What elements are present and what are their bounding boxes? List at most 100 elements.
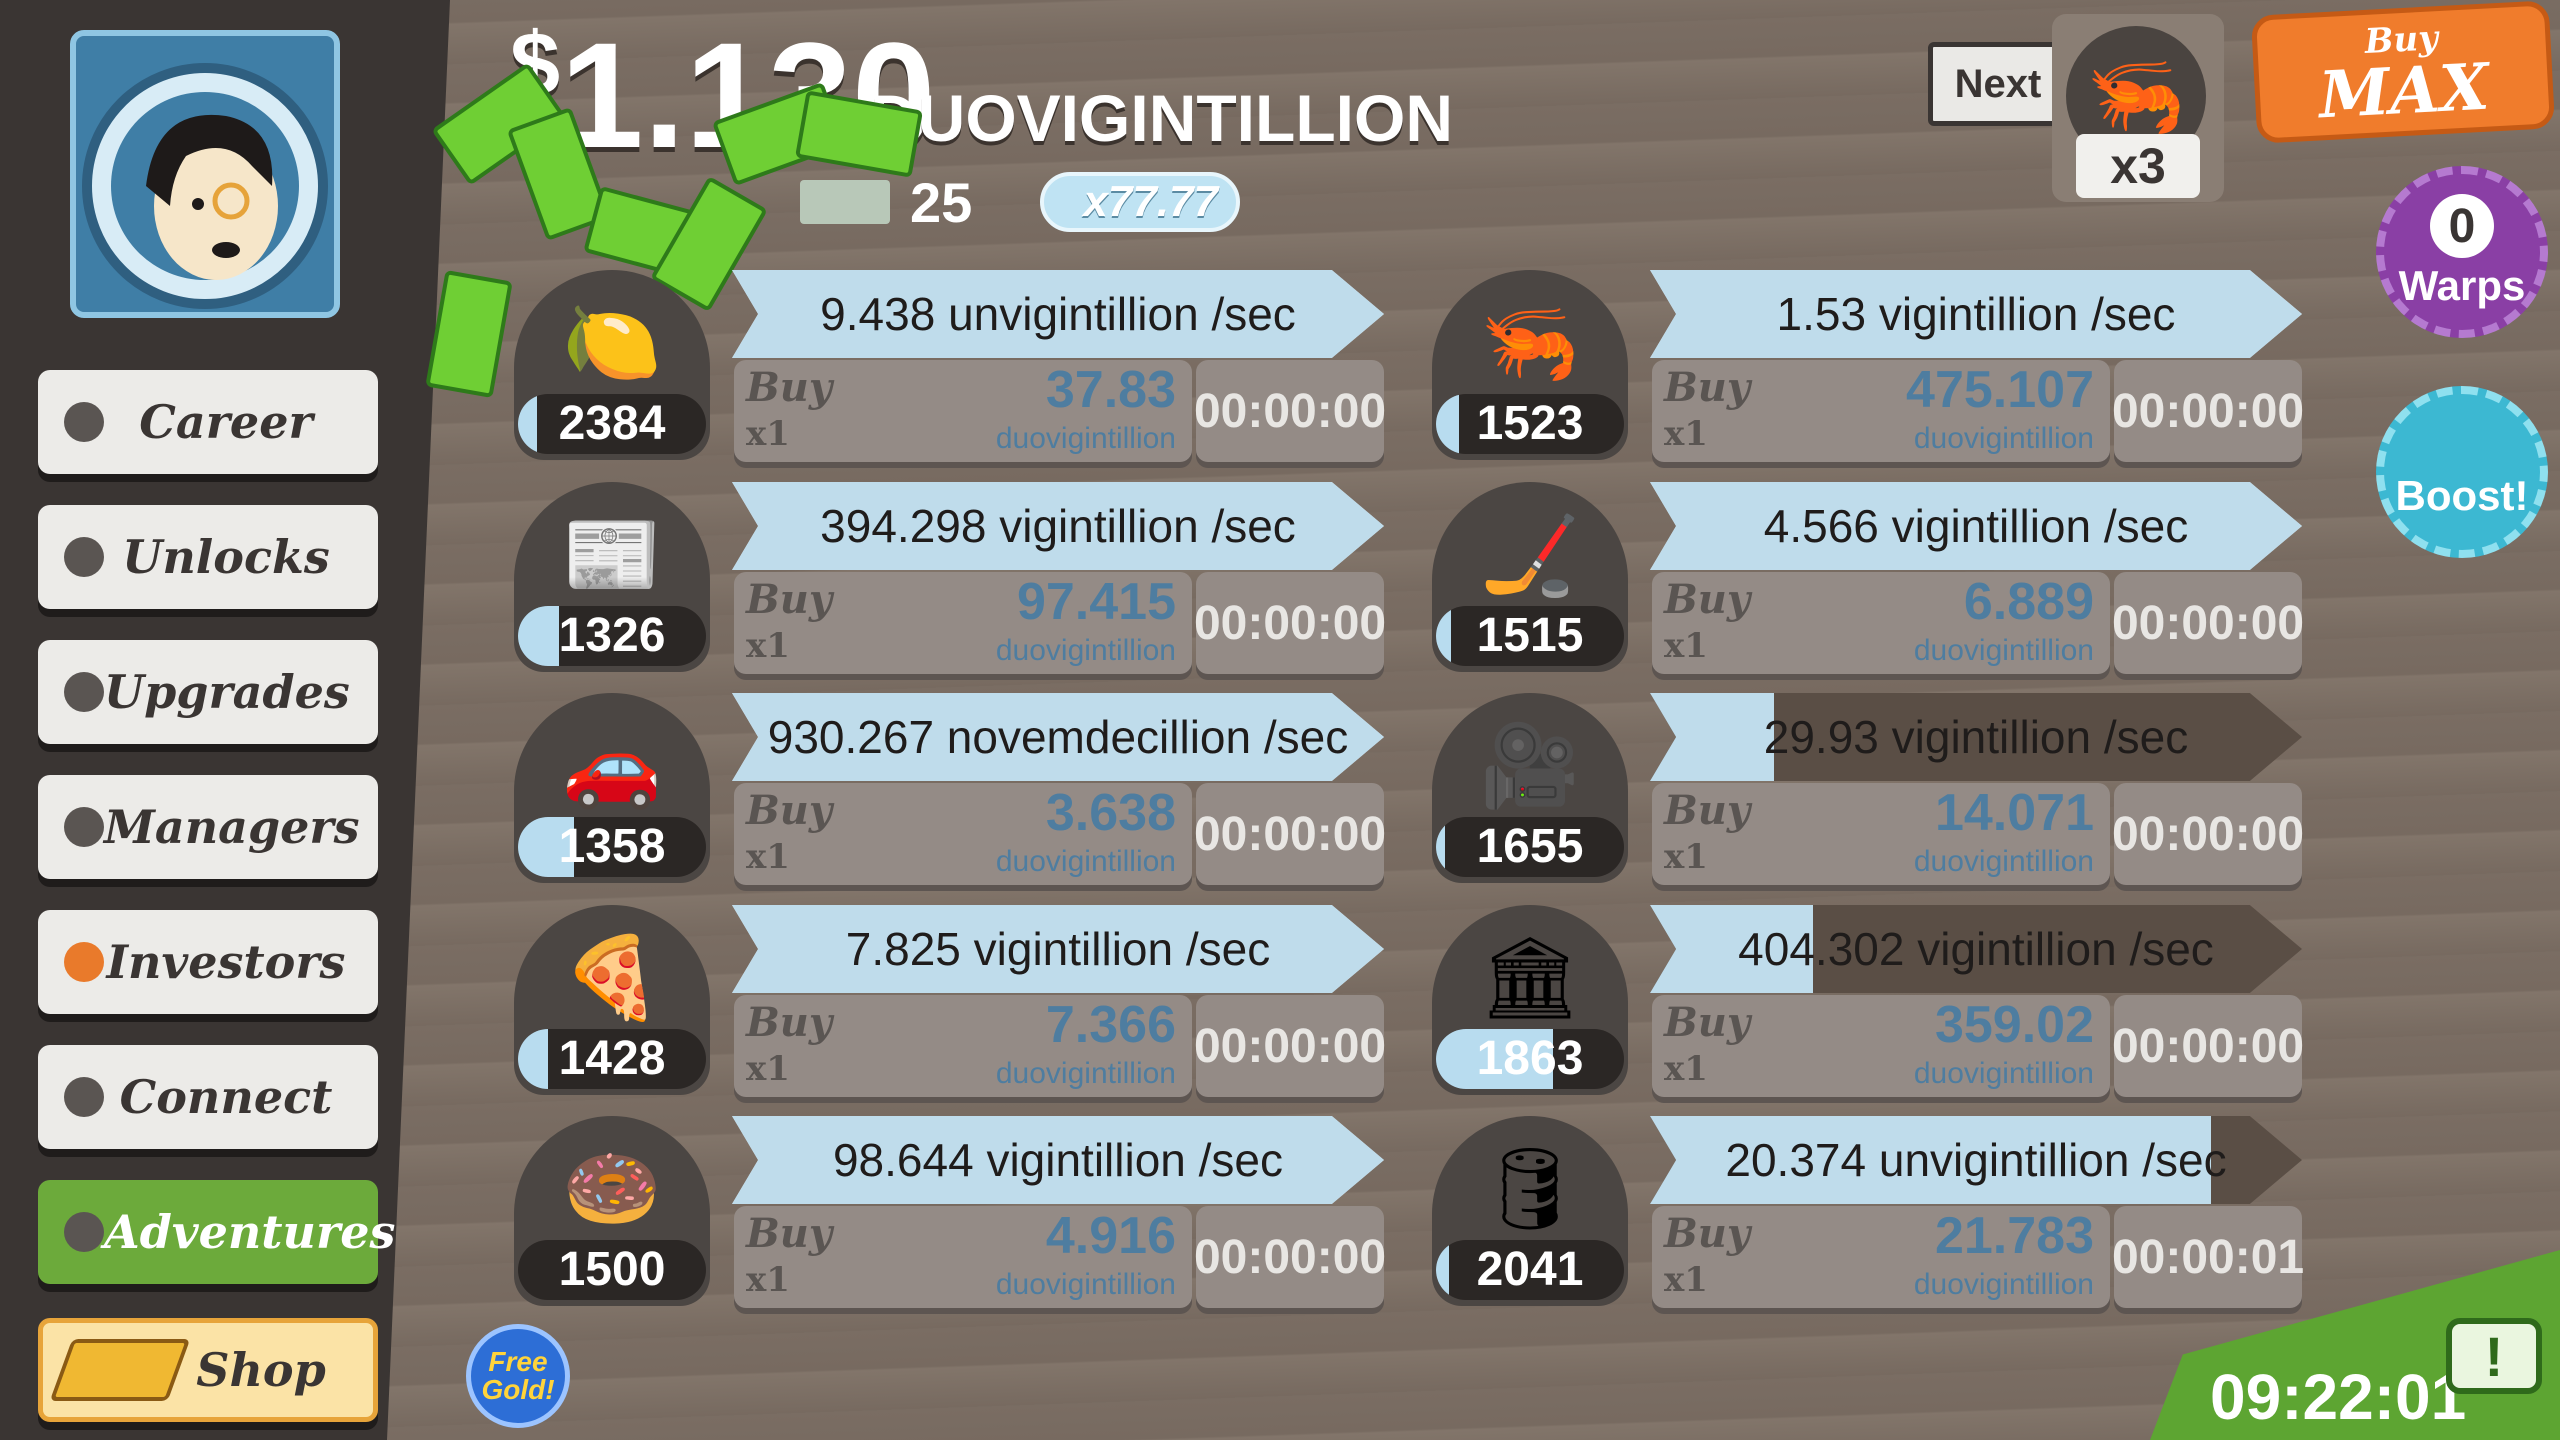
buy-business-button[interactable]: Buy x1 4.916 duovigintillion xyxy=(734,1206,1192,1308)
buy-label: Buy xyxy=(1664,1210,1751,1257)
buy-business-button[interactable]: Buy x1 6.889 duovigintillion xyxy=(1652,572,2110,674)
business-progress-bar[interactable]: 9.438 unvigintillion /sec xyxy=(732,270,1384,358)
business-progress-bar[interactable]: 404.302 vigintillion /sec xyxy=(1650,905,2302,993)
sidebar-item-label: Career xyxy=(139,395,313,449)
business-count: 1326 xyxy=(518,606,706,666)
business-icon-button[interactable]: 🦐 1523 xyxy=(1432,270,1628,460)
shrimp-icon: 🦐 xyxy=(1480,298,1580,387)
business-icon-button[interactable]: 🎥 1655 xyxy=(1432,693,1628,883)
business-progress-bar[interactable]: 4.566 vigintillion /sec xyxy=(1650,482,2302,570)
business-rate: 930.267 novemdecillion /sec xyxy=(767,711,1349,763)
bank-icon: 🏛 xyxy=(1479,933,1581,1022)
sidebar-item-label: Shop xyxy=(196,1343,326,1397)
business-count: 1358 xyxy=(518,817,706,877)
sidebar-item-shop[interactable]: Shop xyxy=(38,1318,378,1422)
business-count: 1500 xyxy=(518,1240,706,1300)
warps-button[interactable]: 0 Warps xyxy=(2376,166,2548,338)
buy-cost-unit: duovigintillion xyxy=(995,1057,1176,1090)
sidebar-item-managers[interactable]: Managers xyxy=(38,775,378,879)
buy-cost-unit: duovigintillion xyxy=(1913,1057,2094,1090)
buy-quantity: x1 xyxy=(1664,626,1708,666)
business-rate: 7.825 vigintillion /sec xyxy=(845,923,1271,975)
business-progress-bar[interactable]: 20.374 unvigintillion /sec xyxy=(1650,1116,2302,1204)
business-icon-button[interactable]: 🍕 1428 xyxy=(514,905,710,1095)
business-icon-button[interactable]: 📰 1326 xyxy=(514,482,710,672)
angel-multiplier[interactable]: x77.77 xyxy=(1040,172,1240,232)
business-count-value: 1428 xyxy=(558,1032,666,1085)
buy-business-button[interactable]: Buy x1 359.02 duovigintillion xyxy=(1652,995,2110,1097)
sidebar-item-upgrades[interactable]: Upgrades xyxy=(38,640,378,744)
sidebar-item-connect[interactable]: Connect xyxy=(38,1045,378,1149)
buy-max-button[interactable]: Buy MAX xyxy=(2250,0,2556,144)
player-avatar[interactable] xyxy=(70,30,340,318)
buy-quantity: x1 xyxy=(1664,414,1708,454)
business-rate: 394.298 vigintillion /sec xyxy=(820,500,1296,552)
next-unlock-button[interactable]: Next xyxy=(1928,42,2068,126)
business-icon-button[interactable]: 🛢 2041 xyxy=(1432,1116,1628,1306)
business-timer-value: 00:00:00 xyxy=(1193,807,1387,861)
business-progress-bar[interactable]: 29.93 vigintillion /sec xyxy=(1650,693,2302,781)
business-icon-button[interactable]: 🚗 1358 xyxy=(514,693,710,883)
buy-business-button[interactable]: Buy x1 14.071 duovigintillion xyxy=(1652,783,2110,885)
notification-dot-icon xyxy=(64,537,104,577)
boost-button[interactable]: Boost! xyxy=(2376,386,2548,558)
buy-cost: 359.02 xyxy=(1934,996,2094,1054)
sidebar-item-adventures[interactable]: Adventures xyxy=(38,1180,395,1284)
buy-cost-unit: duovigintillion xyxy=(1913,845,2094,878)
business-count-value: 1500 xyxy=(558,1243,666,1296)
business-rate: 404.302 vigintillion /sec xyxy=(1738,923,2214,975)
notification-dot-icon xyxy=(64,672,104,712)
warps-count: 0 xyxy=(2430,194,2494,258)
notification-dot-icon xyxy=(64,1077,104,1117)
business-icon-button[interactable]: 🍩 1500 xyxy=(514,1116,710,1306)
buy-cost: 7.366 xyxy=(1045,996,1176,1054)
business-timer: 00:00:00 xyxy=(2112,783,2304,885)
business-progress-bar[interactable]: 930.267 novemdecillion /sec xyxy=(732,693,1384,781)
buy-label: Buy xyxy=(1664,787,1751,834)
business-count-value: 1515 xyxy=(1476,609,1584,662)
buy-business-button[interactable]: Buy x1 7.366 duovigintillion xyxy=(734,995,1192,1097)
business-icon-button[interactable]: 🏛 1863 xyxy=(1432,905,1628,1095)
buy-business-button[interactable]: Buy x1 97.415 duovigintillion xyxy=(734,572,1192,674)
business-icon-button[interactable]: 🏒 1515 xyxy=(1432,482,1628,672)
business-progress-bar[interactable]: 1.53 vigintillion /sec xyxy=(1650,270,2302,358)
business-count: 1863 xyxy=(1436,1029,1624,1089)
buy-cost: 3.638 xyxy=(1045,784,1176,842)
buy-label: Buy xyxy=(1664,999,1751,1046)
buy-cost-unit: duovigintillion xyxy=(1913,422,2094,455)
business-progress-bar[interactable]: 98.644 vigintillion /sec xyxy=(732,1116,1384,1204)
sidebar-item-investors[interactable]: Investors xyxy=(38,910,378,1014)
next-unlock-label: Next xyxy=(1954,61,2042,106)
buy-business-button[interactable]: Buy x1 3.638 duovigintillion xyxy=(734,783,1192,885)
sidebar-item-unlocks[interactable]: Unlocks xyxy=(38,505,378,609)
business-timer: 00:00:00 xyxy=(1193,783,1387,885)
business-timer-value: 00:00:00 xyxy=(1193,1230,1387,1284)
astronaut-avatar-icon xyxy=(82,63,328,309)
business-icon-button[interactable]: 🍋 2384 xyxy=(514,270,710,460)
buy-cost-unit: duovigintillion xyxy=(995,634,1176,667)
buy-business-button[interactable]: Buy x1 37.83 duovigintillion xyxy=(734,360,1192,462)
buy-cost: 475.107 xyxy=(1906,361,2094,419)
business-timer: 00:00:00 xyxy=(1193,360,1387,462)
business-count: 1428 xyxy=(518,1029,706,1089)
next-unlock-multiplier: x3 xyxy=(2076,134,2200,198)
business-rate: 9.438 unvigintillion /sec xyxy=(820,288,1296,340)
business-timer-value: 00:00:00 xyxy=(1193,384,1387,438)
tv-ad-icon[interactable]: ! xyxy=(2446,1318,2542,1394)
sidebar-item-label: Unlocks xyxy=(122,530,330,584)
angel-bill-icon xyxy=(800,180,890,224)
donut-icon: 🍩 xyxy=(562,1144,662,1233)
next-unlock-panel[interactable]: 🦐 x3 xyxy=(2052,14,2224,202)
buy-business-button[interactable]: Buy x1 475.107 duovigintillion xyxy=(1652,360,2110,462)
movie-camera-icon: 🎥 xyxy=(1480,721,1580,810)
business-timer-value: 00:00:00 xyxy=(2111,384,2305,438)
sidebar-item-label: Upgrades xyxy=(104,665,350,719)
sidebar-item-career[interactable]: Career xyxy=(38,370,378,474)
free-gold-button[interactable]: Free Gold! xyxy=(466,1324,570,1428)
buy-business-button[interactable]: Buy x1 21.783 duovigintillion xyxy=(1652,1206,2110,1308)
business-progress-bar[interactable]: 7.825 vigintillion /sec xyxy=(732,905,1384,993)
business-progress-bar[interactable]: 394.298 vigintillion /sec xyxy=(732,482,1384,570)
business-count-value: 2384 xyxy=(558,397,666,450)
business-timer: 00:00:00 xyxy=(2111,360,2305,462)
buy-label: Buy xyxy=(1664,576,1751,623)
